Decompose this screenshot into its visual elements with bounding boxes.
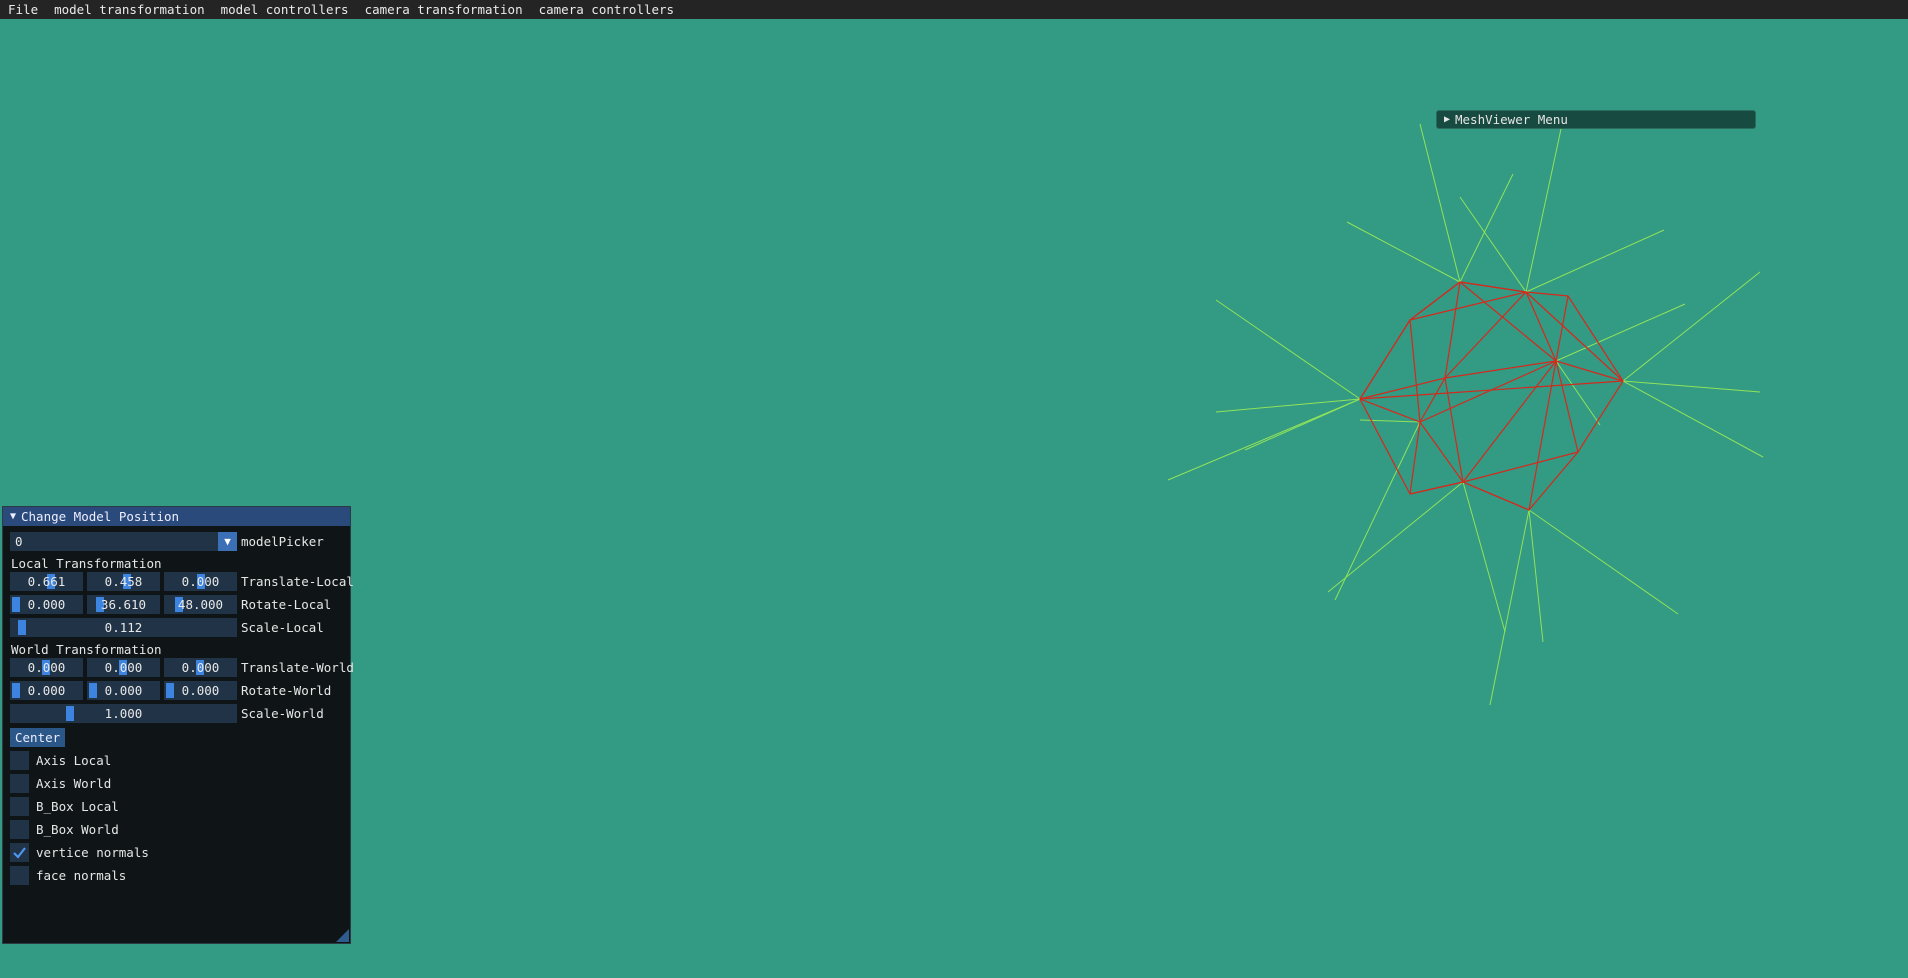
expanded-triangle-icon[interactable]: ▼	[5, 511, 21, 522]
model-picker-label: modelPicker	[241, 534, 324, 549]
axis-local-label: Axis Local	[36, 753, 112, 768]
menu-camera-transformation[interactable]: camera transformation	[357, 0, 531, 19]
translate-local-z[interactable]: 0.000	[164, 572, 237, 591]
vertice-normals-label: vertice normals	[36, 845, 149, 860]
scale-local-slider[interactable]: 0.112	[10, 618, 237, 637]
resize-grip[interactable]	[336, 929, 349, 942]
scale-local-label: Scale-Local	[241, 620, 324, 635]
local-transformation-heading: Local Transformation	[11, 556, 162, 571]
vertex-normals	[1167, 123, 1764, 706]
menu-model-controllers[interactable]: model controllers	[213, 0, 357, 19]
rotate-world-x[interactable]: 0.000	[10, 681, 83, 700]
center-button[interactable]: Center	[10, 728, 66, 747]
vertice-normals-checkbox[interactable]	[10, 843, 29, 862]
translate-world-y[interactable]: 0.000	[87, 658, 160, 677]
bbox-world-checkbox[interactable]	[10, 820, 29, 839]
scale-world-label: Scale-World	[241, 706, 324, 721]
translate-world-x[interactable]: 0.000	[10, 658, 83, 677]
face-normals-checkbox[interactable]	[10, 866, 29, 885]
checkbox-row-face-normals[interactable]: face normals	[10, 866, 126, 885]
checkbox-row-bbox-local[interactable]: B_Box Local	[10, 797, 119, 816]
chevron-down-icon[interactable]: ▼	[218, 532, 237, 551]
translate-local-label: Translate-Local	[241, 574, 354, 589]
world-transformation-heading: World Transformation	[11, 642, 162, 657]
menu-file[interactable]: File	[0, 0, 46, 19]
checkbox-row-bbox-world[interactable]: B_Box World	[10, 820, 119, 839]
axis-local-checkbox[interactable]	[10, 751, 29, 770]
rotate-local-y[interactable]: 36.610	[87, 595, 160, 614]
change-model-position-panel: ▼ Change Model Position 0 ▼ modelPicker …	[2, 506, 354, 944]
translate-world-label: Translate-World	[241, 660, 354, 675]
collapsed-triangle-icon[interactable]: ▶	[1439, 114, 1455, 125]
menu-camera-controllers[interactable]: camera controllers	[531, 0, 682, 19]
meshviewer-title: MeshViewer Menu	[1455, 112, 1568, 127]
panel-title: Change Model Position	[21, 509, 180, 524]
translate-local-y[interactable]: 0.458	[87, 572, 160, 591]
scale-world-slider[interactable]: 1.000	[10, 704, 237, 723]
mesh-wireframe	[1359, 281, 1624, 511]
bbox-world-label: B_Box World	[36, 822, 119, 837]
menu-model-transformation[interactable]: model transformation	[46, 0, 213, 19]
translate-local-x[interactable]: 0.661	[10, 572, 83, 591]
axis-world-checkbox[interactable]	[10, 774, 29, 793]
face-normals-label: face normals	[36, 868, 127, 883]
checkbox-row-axis-local[interactable]: Axis Local	[10, 751, 111, 770]
rotate-local-label: Rotate-Local	[241, 597, 332, 612]
rotate-world-z[interactable]: 0.000	[164, 681, 237, 700]
bbox-local-checkbox[interactable]	[10, 797, 29, 816]
meshviewer-menu-window[interactable]: ▶ MeshViewer Menu	[1436, 110, 1756, 129]
translate-world-z[interactable]: 0.000	[164, 658, 237, 677]
checkbox-row-vertice-normals[interactable]: vertice normals	[10, 843, 149, 862]
rotate-local-z[interactable]: 48.000	[164, 595, 237, 614]
checkmark-icon	[13, 847, 26, 859]
rotate-world-label: Rotate-World	[241, 683, 332, 698]
rotate-world-y[interactable]: 0.000	[87, 681, 160, 700]
bbox-local-label: B_Box Local	[36, 799, 119, 814]
checkbox-row-axis-world[interactable]: Axis World	[10, 774, 111, 793]
model-picker-value: 0	[15, 534, 23, 549]
axis-world-label: Axis World	[36, 776, 112, 791]
rotate-local-x[interactable]: 0.000	[10, 595, 83, 614]
model-picker-combo[interactable]: 0 ▼	[10, 532, 237, 551]
main-menu-bar: File model transformation model controll…	[0, 0, 1908, 19]
panel-title-bar[interactable]: ▼ Change Model Position	[3, 507, 350, 526]
